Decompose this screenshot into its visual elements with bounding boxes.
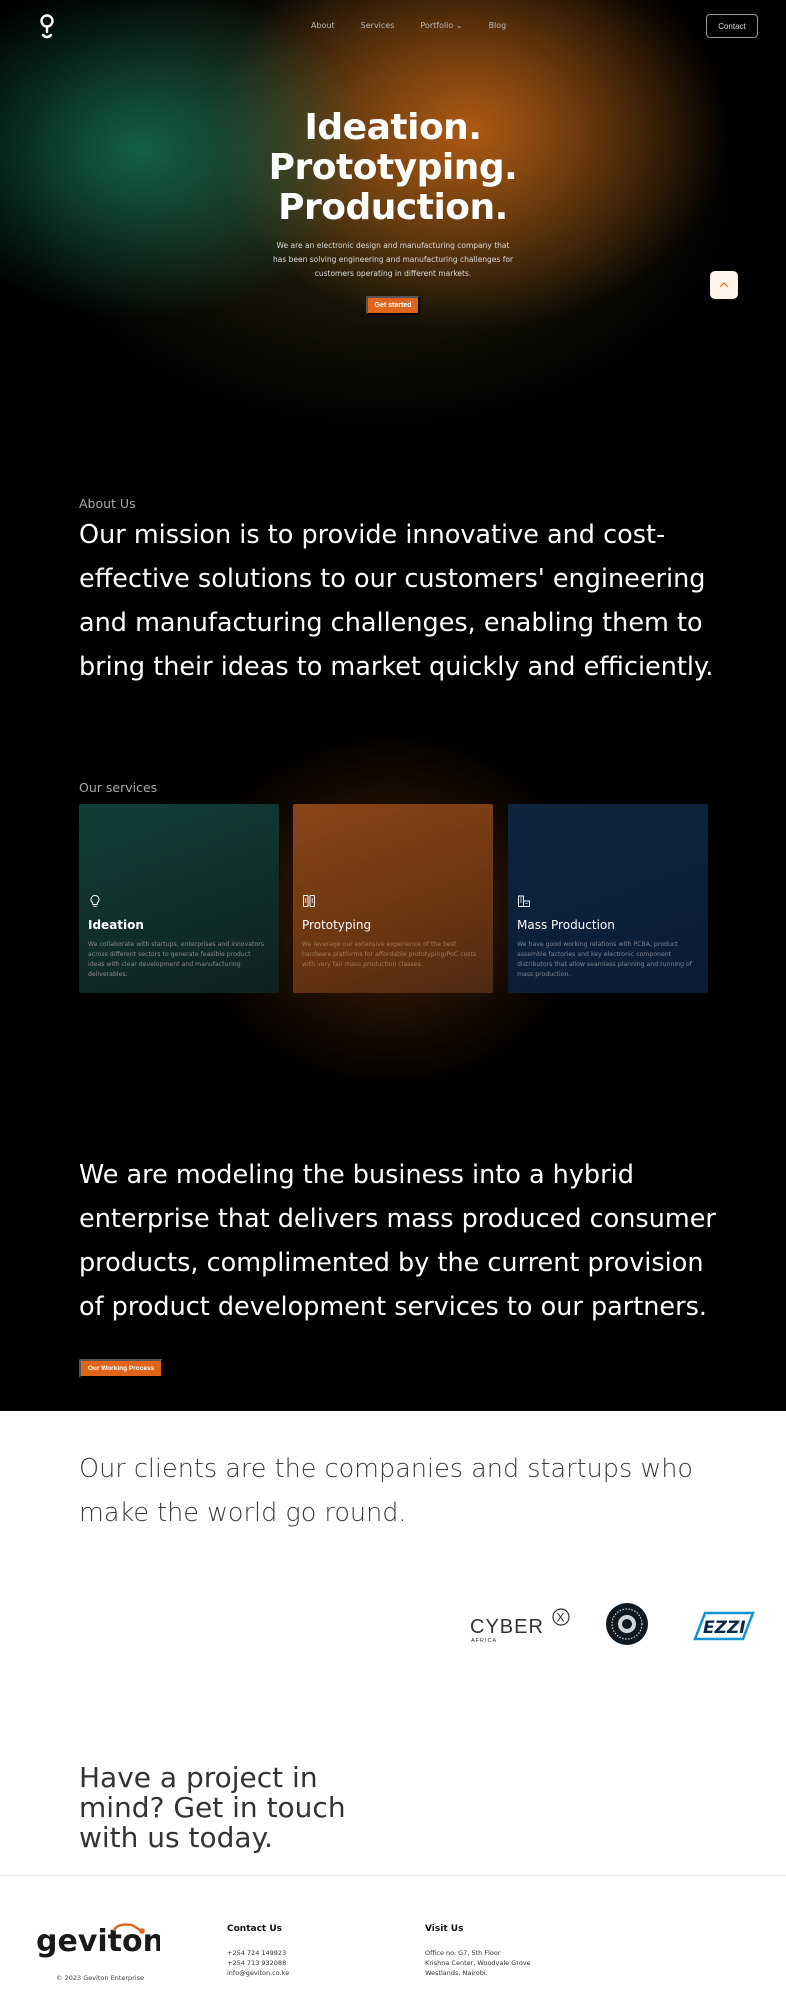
- factory-icon: [518, 895, 530, 907]
- working-process-button[interactable]: Our Working Process: [79, 1359, 163, 1378]
- main-nav: About Services Portfolio ⌄ Blog: [311, 21, 506, 30]
- service-card-prototyping[interactable]: Prototyping We leverage our extensive ex…: [293, 804, 493, 993]
- hero-title: Ideation. Prototyping. Production.: [0, 108, 786, 228]
- lightbulb-icon: [90, 894, 100, 907]
- chevron-up-icon: [719, 282, 729, 288]
- cyberx-logo-mark: X: [557, 1611, 565, 1625]
- contact-phone-2[interactable]: +254 713 932088: [227, 1958, 289, 1968]
- contact-lines: +254 724 149923 +254 713 932088 info@gev…: [227, 1948, 289, 1978]
- ezzi-logo: EZZI: [693, 1611, 755, 1641]
- contact-phone-1[interactable]: +254 724 149923: [227, 1948, 289, 1958]
- nav-item-portfolio[interactable]: Portfolio ⌄: [420, 21, 462, 30]
- contact-email[interactable]: info@geviton.co.ke: [227, 1968, 289, 1978]
- project-cta-text: Have a project in mind? Get in touch wit…: [79, 1761, 346, 1854]
- contact-button[interactable]: Contact: [706, 14, 758, 38]
- clients-statement: Our clients are the companies and startu…: [79, 1454, 693, 1528]
- service-card-title: Prototyping: [302, 918, 372, 932]
- service-card-ideation[interactable]: Ideation We collaborate with startups, e…: [79, 804, 279, 993]
- address-line: Office no. G7, 5th Floor: [425, 1949, 501, 1957]
- service-card-description: We have good working relations with PCBA…: [517, 941, 692, 978]
- nav-item-services[interactable]: Services: [361, 21, 395, 30]
- components-icon: [303, 895, 315, 907]
- service-card-mass-production[interactable]: Mass Production We have good working rel…: [508, 804, 708, 993]
- nav-item-blog[interactable]: Blog: [489, 21, 507, 30]
- hero-gradient-glow: [0, 0, 786, 460]
- light-section: Our clients are the companies and startu…: [0, 1411, 786, 2000]
- visit-heading: Visit Us: [425, 1924, 464, 1934]
- hero-title-line: Prototyping.: [268, 147, 518, 188]
- contact-heading: Contact Us: [227, 1924, 283, 1934]
- footer-divider: [0, 1875, 786, 1876]
- address-lines: Office no. G7, 5th Floor Krishna Center,…: [425, 1948, 531, 1978]
- circle-emblem-logo: [606, 1603, 648, 1645]
- hybrid-statement: We are modeling the business into a hybr…: [79, 1160, 716, 1322]
- geviton-logo[interactable]: geviton: [36, 1921, 160, 1961]
- address-line: Westlands, Nairobi.: [425, 1969, 488, 1977]
- about-label: About Us: [79, 496, 136, 511]
- nav-item-portfolio-label: Portfolio: [420, 21, 454, 30]
- service-card-description: We collaborate with startups, enterprise…: [88, 941, 265, 978]
- ezzi-logo-text: EZZI: [703, 1618, 746, 1638]
- hero-subtitle: We are an electronic design and manufact…: [272, 241, 514, 278]
- nav-item-about[interactable]: About: [311, 21, 335, 30]
- hero-title-line: Production.: [278, 187, 508, 228]
- dark-section: About Services Portfolio ⌄ Blog Contact …: [0, 0, 786, 1411]
- mission-statement: Our mission is to provide innovative and…: [79, 520, 714, 682]
- geviton-bulb-icon[interactable]: [38, 14, 56, 40]
- service-card-title: Ideation: [88, 918, 144, 932]
- hero-title-line: Ideation.: [304, 107, 482, 148]
- service-card-title: Mass Production: [517, 918, 615, 932]
- get-started-button[interactable]: Get started: [366, 296, 420, 315]
- copyright: © 2023 Geviton Enterprise: [56, 1974, 145, 1982]
- address-line: Krishna Center, Woodvale Grove: [425, 1959, 531, 1967]
- services-label: Our services: [79, 780, 158, 795]
- cyberx-logo-subtext: AFRICA: [471, 1638, 497, 1644]
- service-card-description: We leverage our extensive experience of …: [302, 941, 477, 968]
- cyberx-africa-logo: CYBER AFRICA X: [470, 1608, 570, 1644]
- chevron-down-icon: ⌄: [455, 21, 463, 30]
- cyberx-logo-text: CYBER: [470, 1616, 544, 1638]
- scroll-to-top-button[interactable]: [710, 271, 738, 299]
